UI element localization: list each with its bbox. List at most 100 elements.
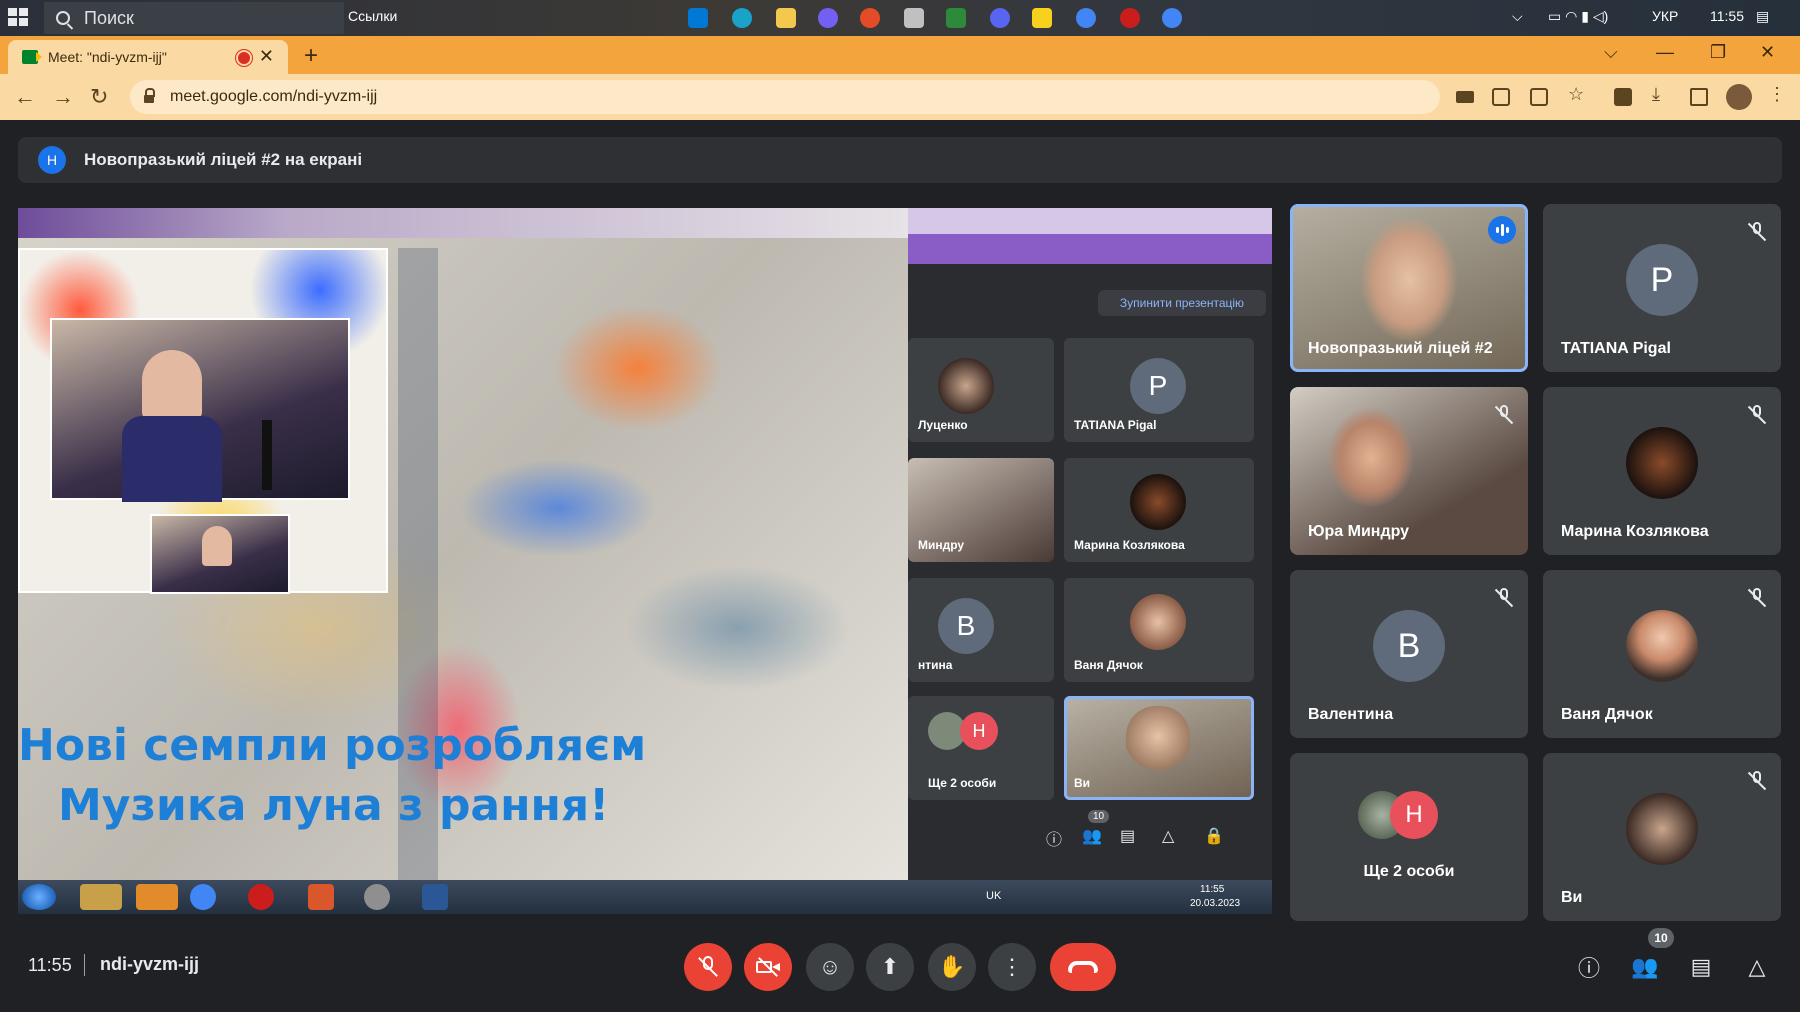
address-bar[interactable]: meet.google.com/ndi-yvzm-ijj (130, 80, 1440, 114)
participant-name: Новопразький ліцей #2 (1308, 340, 1493, 357)
slide-photo-collage (18, 248, 388, 594)
back-icon[interactable]: ← (14, 84, 36, 110)
share-icon[interactable] (1530, 88, 1548, 106)
close-tab-icon[interactable]: ✕ (259, 46, 274, 67)
participant-tile[interactable]: P TATIANA Pigal (1543, 204, 1781, 372)
shared-windows-taskbar: UK 11:55 20.03.2023 (18, 880, 1272, 914)
viber-icon[interactable] (818, 8, 838, 28)
tray-icons: ▭ ◠ ▮ ◁) (1548, 8, 1609, 24)
end-call-button[interactable] (1050, 943, 1116, 991)
taskbar-links[interactable]: Ссылки (348, 8, 397, 24)
participant-name: TATIANA Pigal (1561, 340, 1671, 357)
taskbar-search-label: Поиск (84, 7, 134, 28)
participant-name: Ще 2 особи (1363, 863, 1455, 880)
slide-photo-singer (50, 318, 350, 502)
more-options-button[interactable]: ⋮ (988, 943, 1036, 991)
participant-tile[interactable]: Новопразький ліцей #2 (1290, 204, 1528, 372)
shared-tile: В нтина (908, 578, 1054, 682)
profile-avatar[interactable] (1726, 84, 1752, 110)
participant-tile[interactable]: Юра Миндру (1290, 387, 1528, 555)
present-icon: ⬆ (880, 954, 900, 979)
shared-tile-avatar: P (1130, 358, 1186, 414)
more-vert-icon: ⋮ (1001, 954, 1023, 979)
lock-icon (144, 88, 155, 103)
app-icon-2[interactable] (904, 8, 924, 28)
bookmark-star-icon[interactable]: ☆ (1568, 84, 1586, 104)
chrome-icon[interactable] (1076, 8, 1096, 28)
opera-icon[interactable] (1120, 8, 1140, 28)
chrome-icon-2[interactable] (1162, 8, 1182, 28)
os-taskbar: Поиск Ссылки ⌵ ▭ ◠ ▮ ◁) УКР 11:55 ▤ (0, 0, 1800, 36)
shared-tile-name: Марина Козлякова (1074, 538, 1185, 552)
shared-lock-icon: 🔒 (1204, 828, 1224, 845)
raise-hand-button[interactable]: ✋ (928, 943, 976, 991)
participant-tile[interactable]: Марина Козлякова (1543, 387, 1781, 555)
shared-browser-chrome (908, 208, 1272, 264)
participant-name: Марина Козлякова (1561, 523, 1709, 540)
participant-tile[interactable]: Ваня Дячок (1543, 570, 1781, 738)
folder-icon[interactable] (776, 8, 796, 28)
notifications-icon[interactable]: ▤ (1756, 8, 1769, 25)
new-tab-icon[interactable]: + (304, 42, 318, 70)
participant-avatar (1626, 610, 1698, 682)
edge-icon[interactable] (732, 8, 752, 28)
discord-icon[interactable] (990, 8, 1010, 28)
browser-tab-meet[interactable]: Meet: "ndi-yvzm-ijj" ✕ (8, 40, 288, 74)
stop-presenting-button[interactable]: Зупинити презентацію (1098, 290, 1266, 316)
meeting-info-icon[interactable]: ⓘ (1574, 952, 1604, 982)
app-icon[interactable] (860, 8, 880, 28)
participant-avatar (1626, 793, 1698, 865)
hangup-icon (1068, 961, 1098, 973)
participant-tile[interactable]: В Валентина (1290, 570, 1528, 738)
maximize-icon[interactable]: ❐ (1710, 42, 1726, 63)
shared-tile: Луценко (908, 338, 1054, 442)
camera-off-icon (756, 957, 780, 977)
translate-icon[interactable] (1492, 88, 1510, 106)
app-icon-4[interactable] (1032, 8, 1052, 28)
url-text: meet.google.com/ndi-yvzm-ijj (170, 88, 378, 105)
camera-icon[interactable] (1456, 91, 1474, 103)
presentation-slide: Нові семпли розробляєм Музика луна з ран… (18, 208, 908, 880)
participant-tile-self[interactable]: Ви (1543, 753, 1781, 921)
participant-name: Юра Миндру (1308, 523, 1410, 540)
shared-tile-name: нтина (918, 658, 953, 672)
participant-avatar: P (1626, 244, 1698, 316)
shared-tile-avatar (1130, 594, 1186, 650)
camera-off-button[interactable] (744, 943, 792, 991)
shared-tile-name: Луценко (918, 418, 968, 432)
language-indicator[interactable]: УКР (1652, 8, 1678, 24)
shared-explorer-icon (80, 884, 122, 910)
side-panel-icon[interactable] (1690, 88, 1708, 106)
shared-window-titlebar (18, 208, 908, 238)
activities-icon[interactable]: △ (1742, 952, 1772, 982)
windows-start-icon[interactable] (8, 8, 30, 28)
tab-search-chevron-icon[interactable]: ⌵ (1604, 42, 1618, 63)
more-menu-icon[interactable]: ⋮ (1768, 84, 1786, 104)
present-screen-button[interactable]: ⬆ (866, 943, 914, 991)
minimize-icon[interactable]: — (1656, 42, 1674, 63)
forward-icon[interactable]: → (52, 84, 74, 110)
store-icon[interactable] (688, 8, 708, 28)
taskbar-search[interactable]: Поиск (44, 2, 344, 34)
mic-off-button[interactable] (684, 943, 732, 991)
participant-tile-group[interactable]: Н Ще 2 особи (1290, 753, 1528, 921)
shared-lang: UK (986, 890, 1002, 902)
emoji-reaction-button[interactable]: ☺ (806, 943, 854, 991)
emoji-icon: ☺ (818, 954, 842, 979)
chat-icon[interactable]: ▤ (1686, 952, 1716, 982)
close-window-icon[interactable]: ✕ (1760, 42, 1775, 63)
app-icon-3[interactable] (946, 8, 966, 28)
participant-name: Ваня Дячок (1561, 706, 1653, 723)
shared-tile: Ваня Дячок (1064, 578, 1254, 682)
people-icon[interactable]: 👥 (1630, 952, 1660, 982)
download-icon[interactable]: ⤓ (1652, 84, 1670, 104)
mic-off-icon (698, 956, 718, 978)
taskbar-clock[interactable]: 11:55 (1710, 8, 1744, 24)
tray-chevron-icon[interactable]: ⌵ (1512, 8, 1523, 25)
shared-screen[interactable]: Нові семпли розробляєм Музика луна з ран… (18, 208, 1272, 914)
participant-avatar: В (1373, 610, 1445, 682)
extensions-icon[interactable] (1614, 88, 1632, 106)
meet-favicon-icon (22, 50, 42, 64)
reload-icon[interactable]: ↻ (90, 84, 108, 110)
shared-tile-name: Ще 2 особи (928, 776, 997, 790)
